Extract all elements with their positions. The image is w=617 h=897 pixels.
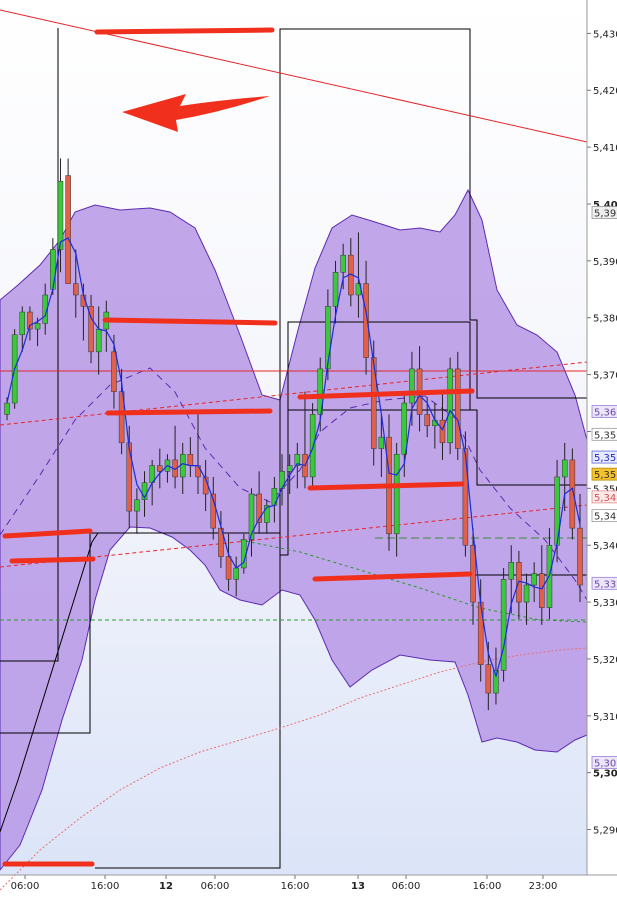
candle-bullish [409,368,415,404]
price-badge-label: 5,359 [594,430,617,441]
price-tick-label: 5,290 [593,826,617,837]
price-tick-label: 5,370 [593,371,617,382]
candle-bullish [57,180,64,250]
candle-bearish [485,664,492,694]
price-tick-label: 5,410 [593,143,617,154]
price-badge-label: 5,398 [594,209,617,220]
candle-bullish [134,499,140,512]
candle-bearish [126,442,132,512]
annotation-stroke [105,408,273,416]
time-tick-label: 06:00 [392,881,421,892]
candle-bullish [4,402,10,415]
price-badge-label: 5,332 [594,579,617,590]
chart-area[interactable]: 5,4305,4205,4105,405,3905,3805,3705,3605… [0,0,617,893]
candle-bullish [508,562,514,580]
price-badge-label: 5,349 [594,493,617,504]
candle-bearish [455,368,461,449]
price-tick-label: 5,420 [593,86,617,97]
annotation-stroke [9,556,96,564]
price-badge-label: 5,301 [594,758,617,769]
annotation-stroke [102,317,278,326]
candle-bullish [393,453,400,535]
price-tick-label: 5,320 [593,655,617,666]
candle-bearish [539,573,545,609]
time-tick-label: 16:00 [91,881,120,892]
candle-bearish [195,465,201,478]
candle-bullish [325,306,331,370]
candle-bullish [531,573,537,586]
price-badge-label: 5,349 [594,512,617,523]
time-axis: 06:00 16:00 12 06:00 16:00 13 06:00 16:00 23:00 [0,874,617,892]
time-tick-label: 13 [351,881,365,892]
candle-bearish [111,351,117,392]
price-tick-label: 5,340 [593,541,617,552]
candle-bullish [50,249,56,290]
price-tick-label: 5,380 [593,314,617,325]
price-axis: 5,4305,4205,4105,405,3905,3805,3705,3605… [586,0,617,875]
candlestick-chart: 5,4305,4205,4105,405,3905,3805,3705,3605… [0,0,617,892]
price-badge-label: 5,363 [594,408,617,419]
time-tick-label: 06:00 [11,881,40,892]
candle-bullish [332,271,339,307]
time-tick-label: 16:00 [281,881,310,892]
time-tick-label: 06:00 [201,881,230,892]
candle-bullish [286,465,293,472]
price-tick-label: 5,310 [593,712,617,723]
price-tick-label: 5,30 [593,769,617,780]
annotation-stroke [94,27,275,35]
candle-bearish [187,453,194,466]
candle-bearish [157,465,163,472]
candle-bullish [493,670,499,694]
candle-bullish [447,368,453,444]
candle-bearish [65,175,71,284]
candle-bearish [225,556,232,580]
candle-bearish [424,414,430,427]
time-tick-label: 16:00 [473,881,502,892]
candle-bullish [340,254,346,273]
price-badge-label: 5,357 [594,453,617,464]
candle-bullish [561,459,568,478]
candle-bullish [378,436,385,449]
candle-bullish [500,579,507,671]
candle-bearish [439,419,446,444]
candle-bullish [34,323,41,330]
candle-bearish [462,448,469,546]
time-tick-label: 12 [159,881,173,892]
candle-bullish [95,328,102,353]
candle-bullish [309,414,316,478]
price-tick-label: 5,390 [593,257,617,268]
candle-bearish [73,283,79,296]
time-tick-label: 23:00 [529,881,558,892]
price-badge-label: 5,357 [594,470,617,481]
candle-bullish [523,584,530,603]
candle-bearish [577,527,583,586]
price-tick-label: 5,330 [593,598,617,609]
candle-bullish [19,311,26,336]
candle-bullish [401,402,408,455]
price-tick-label: 5,430 [593,29,617,40]
candle-bullish [233,567,239,580]
